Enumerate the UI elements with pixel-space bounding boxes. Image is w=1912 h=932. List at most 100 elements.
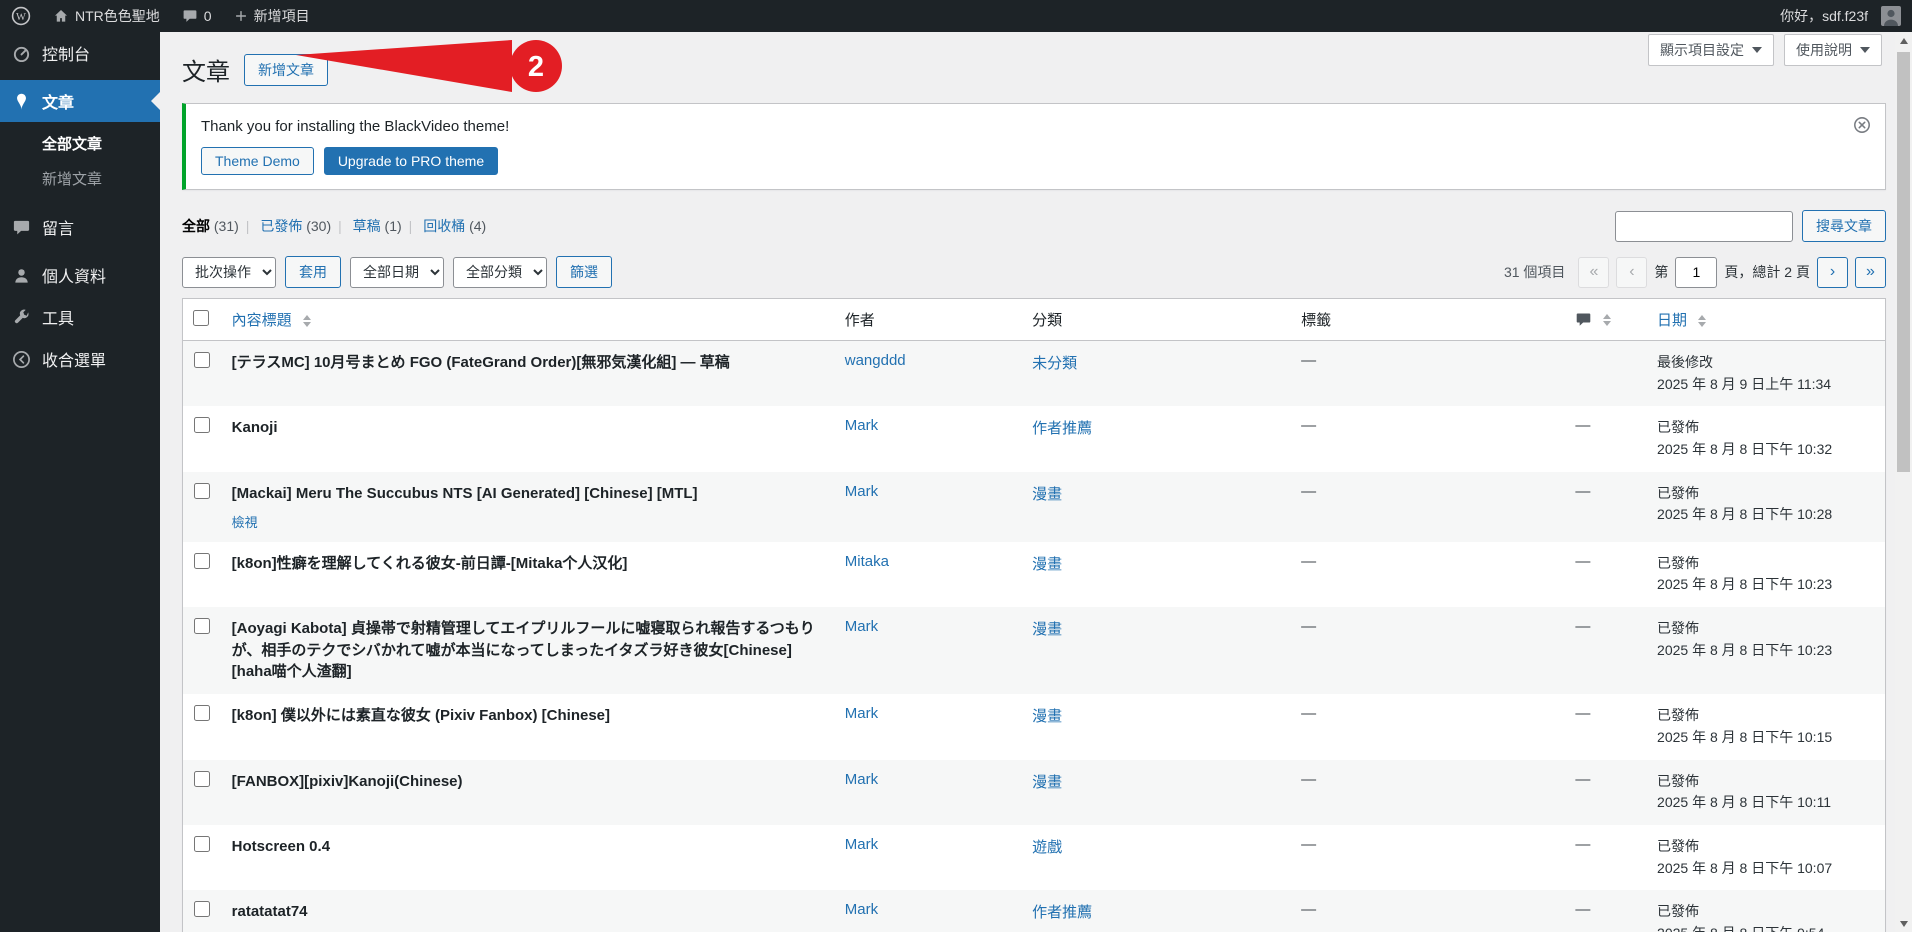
- sidebar-item-posts[interactable]: 文章: [0, 80, 160, 122]
- row-checkbox[interactable]: [194, 617, 211, 634]
- pagination: 31 個項目 « ‹ 第 頁，總計 2 頁 › »: [1504, 256, 1886, 288]
- row-checkbox[interactable]: [194, 352, 211, 368]
- scroll-up-arrow[interactable]: [1895, 32, 1912, 49]
- post-title-link[interactable]: [Mackai] Meru The Succubus NTS [AI Gener…: [232, 485, 698, 502]
- row-checkbox[interactable]: [194, 417, 211, 434]
- screen-options-button[interactable]: 顯示項目設定: [1648, 34, 1774, 66]
- post-author-link[interactable]: Mark: [845, 705, 878, 722]
- sidebar-item-collapse-menu[interactable]: 收合選單: [0, 338, 160, 380]
- row-action-view-link[interactable]: 檢視: [232, 515, 258, 530]
- next-page-button[interactable]: ›: [1817, 256, 1848, 288]
- post-category-link[interactable]: 漫畫: [1032, 556, 1062, 573]
- post-category-link[interactable]: 漫畫: [1032, 486, 1062, 503]
- row-checkbox[interactable]: [194, 482, 211, 499]
- wordpress-logo-icon[interactable]: W: [0, 0, 42, 32]
- filter-button[interactable]: 篩選: [556, 256, 612, 288]
- post-title-link[interactable]: [テラスMC] 10月号まとめ FGO (FateGrand Order)[無邪…: [232, 354, 730, 371]
- last-page-button[interactable]: »: [1855, 256, 1886, 288]
- sidebar-subitem-all-posts[interactable]: 全部文章: [0, 126, 160, 161]
- date-filter-select[interactable]: 全部日期: [350, 256, 444, 288]
- column-header-title[interactable]: 內容標題: [221, 298, 835, 341]
- post-author-link[interactable]: Mark: [845, 618, 878, 635]
- admin-bar-comments-link[interactable]: 0: [171, 0, 223, 32]
- view-all-link[interactable]: 全部 (31): [182, 218, 239, 234]
- sidebar-item-profile[interactable]: 個人資料: [0, 254, 160, 296]
- post-author-link[interactable]: Mitaka: [845, 553, 889, 570]
- post-status: 已發佈: [1657, 419, 1700, 436]
- sidebar-item-label: 個人資料: [42, 269, 107, 286]
- theme-demo-button[interactable]: Theme Demo: [201, 147, 314, 175]
- row-checkbox[interactable]: [194, 552, 211, 569]
- post-author-link[interactable]: wangddd: [845, 352, 906, 369]
- post-date: 2025 年 8 月 8 日下午 10:07: [1657, 859, 1833, 876]
- sidebar-item-label: 留言: [42, 221, 75, 238]
- post-author-link[interactable]: Mark: [845, 417, 878, 434]
- dashboard-icon: [10, 42, 32, 64]
- view-published-link[interactable]: 已發佈 (30): [260, 218, 331, 234]
- sort-arrows-icon: [1603, 313, 1612, 326]
- add-new-post-button[interactable]: 新增文章: [244, 53, 328, 86]
- sidebar-menu: 控制台 文章 全部文章 新增文章 留言 個人資料 工具 收合選單: [0, 32, 160, 932]
- new-item-link[interactable]: 新增項目: [223, 0, 321, 32]
- post-author-link[interactable]: Mark: [845, 901, 878, 918]
- sidebar-item-dashboard[interactable]: 控制台: [0, 32, 160, 74]
- dismiss-notice-icon[interactable]: [1853, 116, 1871, 138]
- post-category-link[interactable]: 作者推薦: [1032, 904, 1092, 921]
- scrollbar[interactable]: [1895, 32, 1912, 932]
- post-category-link[interactable]: 漫畫: [1032, 708, 1062, 725]
- row-checkbox[interactable]: [194, 770, 211, 787]
- column-header-comments[interactable]: [1565, 298, 1648, 341]
- post-comments-value: —: [1575, 417, 1591, 435]
- search-posts-button[interactable]: 搜尋文章: [1802, 210, 1886, 242]
- apply-button[interactable]: 套用: [285, 256, 341, 288]
- scroll-down-arrow[interactable]: [1895, 915, 1912, 932]
- post-category-link[interactable]: 作者推薦: [1032, 420, 1092, 437]
- view-trash-link[interactable]: 回收桶 (4): [423, 218, 486, 234]
- admin-bar: W NTR色色聖地 0 新增項目 你好，sdf.f23f: [0, 0, 1912, 32]
- post-title-link[interactable]: [FANBOX][pixiv]Kanoji(Chinese): [232, 773, 463, 790]
- post-title-link[interactable]: [Aoyagi Kabota] 貞操帯で射精管理してエイプリルフールに嘘寝取られ…: [232, 620, 815, 681]
- sidebar-subitem-new-post[interactable]: 新增文章: [0, 161, 160, 196]
- scroll-thumb[interactable]: [1897, 52, 1910, 472]
- post-tags-value: —: [1301, 482, 1317, 500]
- tools-icon: [10, 306, 32, 328]
- post-title-link[interactable]: [k8on] 僕以外には素直な彼女 (Pixiv Fanbox) [Chines…: [232, 707, 610, 724]
- help-button[interactable]: 使用說明: [1784, 34, 1882, 66]
- table-row: Kanoji Mark 作者推薦 — — 已發佈 2025 年 8 月 8 日下午 10:3…: [183, 406, 1886, 471]
- post-category-link[interactable]: 漫畫: [1032, 774, 1062, 791]
- column-header-date[interactable]: 日期: [1647, 298, 1886, 341]
- site-name-link[interactable]: NTR色色聖地: [42, 0, 171, 32]
- post-status: 已發佈: [1657, 837, 1700, 854]
- post-category-link[interactable]: 未分類: [1032, 355, 1077, 372]
- post-title-link[interactable]: Hotscreen 0.4: [232, 838, 330, 855]
- posts-submenu: 全部文章 新增文章: [0, 122, 160, 206]
- view-draft-link[interactable]: 草稿 (1): [353, 218, 402, 234]
- search-input[interactable]: [1615, 210, 1793, 242]
- row-checkbox[interactable]: [194, 835, 211, 852]
- sidebar-item-tools[interactable]: 工具: [0, 296, 160, 338]
- post-category-link[interactable]: 遊戲: [1032, 839, 1062, 856]
- post-title-link[interactable]: Kanoji: [232, 419, 278, 436]
- post-comments-value: —: [1575, 770, 1591, 788]
- current-page-input[interactable]: [1675, 256, 1718, 288]
- bulk-action-select[interactable]: 批次操作: [182, 256, 276, 288]
- category-filter-select[interactable]: 全部分類: [453, 256, 547, 288]
- post-date: 2025 年 8 月 8 日下午 10:15: [1657, 728, 1833, 745]
- post-category-link[interactable]: 漫畫: [1032, 621, 1062, 638]
- post-status: 已發佈: [1657, 707, 1700, 724]
- select-all-checkbox[interactable]: [193, 309, 209, 326]
- post-tags-value: —: [1301, 770, 1317, 788]
- post-title-link[interactable]: [k8on]性癖を理解してくれる彼女-前日譚-[Mitaka个人汉化]: [232, 555, 628, 572]
- upgrade-pro-button[interactable]: Upgrade to PRO theme: [323, 147, 499, 175]
- post-comments-value: —: [1575, 552, 1591, 570]
- row-checkbox[interactable]: [194, 705, 211, 722]
- row-checkbox[interactable]: [194, 901, 211, 918]
- post-author-link[interactable]: Mark: [845, 836, 878, 853]
- sidebar-item-comments[interactable]: 留言: [0, 206, 160, 248]
- post-title-link[interactable]: ratatatat74: [232, 903, 308, 920]
- post-author-link[interactable]: Mark: [845, 483, 878, 500]
- account-menu-link[interactable]: 你好，sdf.f23f: [1769, 0, 1912, 32]
- post-author-link[interactable]: Mark: [845, 771, 878, 788]
- post-status: 已發佈: [1657, 772, 1700, 789]
- page-suffix-label: 頁，總計 2 頁: [1724, 264, 1810, 280]
